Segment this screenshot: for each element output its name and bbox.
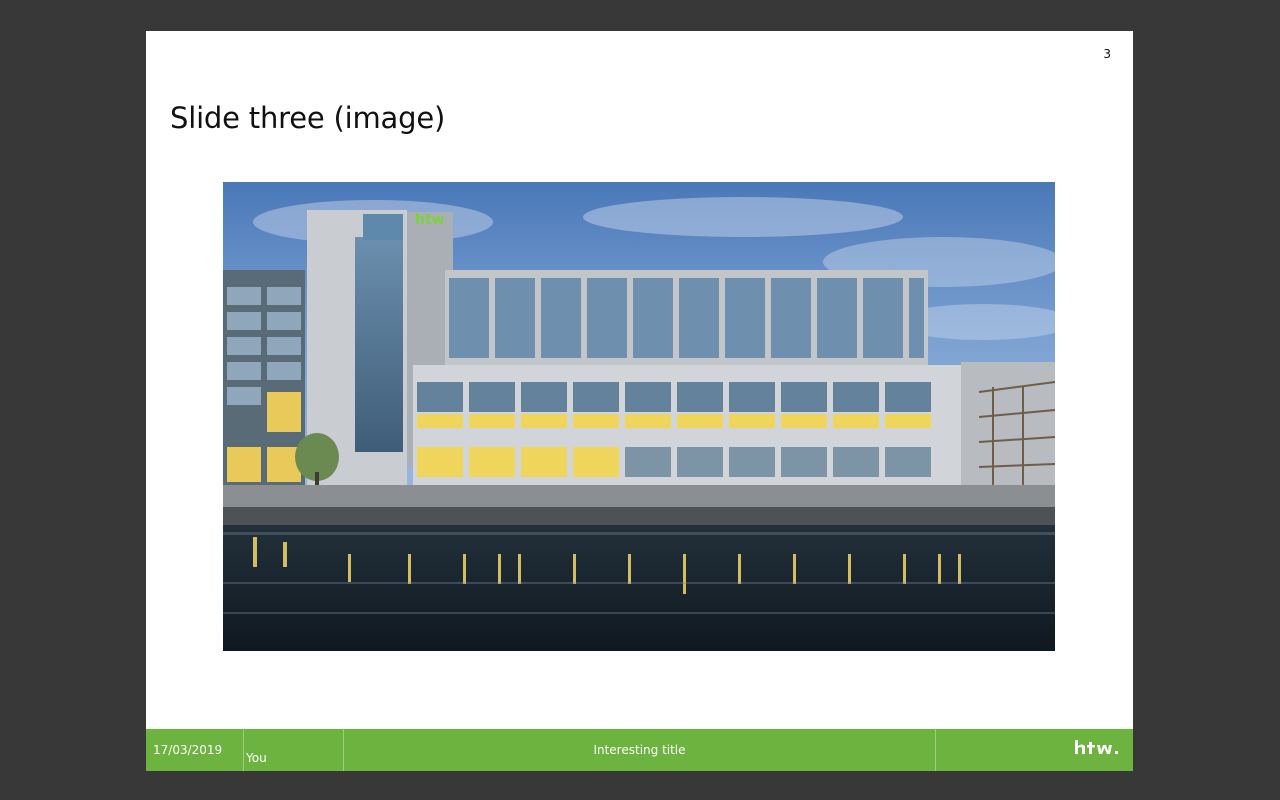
slide: 3 Slide three (image) htw 17/03/2019 You… xyxy=(146,31,1133,771)
footer-author: You xyxy=(246,751,267,765)
footer-author-cell: You xyxy=(244,729,344,771)
htw-logo xyxy=(1075,740,1118,754)
footer-title-cell: Interesting title xyxy=(344,729,936,771)
footer-logo-cell xyxy=(936,729,1133,771)
slide-footer: 17/03/2019 You Interesting title xyxy=(146,729,1133,771)
slide-number: 3 xyxy=(1103,47,1111,61)
building-photo: htw xyxy=(223,182,1055,651)
footer-date-cell: 17/03/2019 xyxy=(146,729,244,771)
footer-title: Interesting title xyxy=(593,743,686,757)
footer-date: 17/03/2019 xyxy=(153,743,223,757)
svg-text:htw: htw xyxy=(415,212,445,228)
slide-title: Slide three (image) xyxy=(170,101,446,135)
presentation-viewer: 3 Slide three (image) htw 17/03/2019 You… xyxy=(0,0,1280,800)
